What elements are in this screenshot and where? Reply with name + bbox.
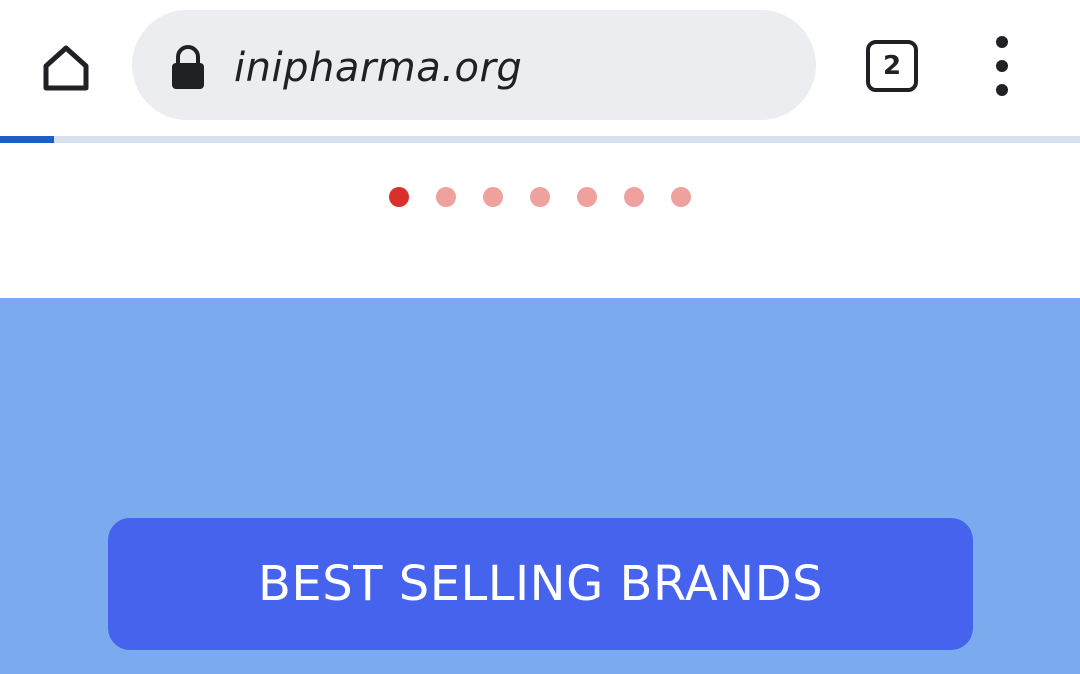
best-selling-brands-button[interactable]: BEST SELLING BRANDS xyxy=(108,518,973,650)
url-text[interactable]: inipharma.org xyxy=(234,38,522,98)
page-load-progress-fill xyxy=(0,136,54,143)
carousel-dot[interactable] xyxy=(577,187,597,207)
carousel-dot[interactable] xyxy=(624,187,644,207)
page-load-progress-bar xyxy=(0,136,1080,143)
carousel-dot[interactable] xyxy=(530,187,550,207)
tab-switcher-button[interactable]: 2 xyxy=(866,40,918,92)
carousel-dot[interactable] xyxy=(436,187,456,207)
carousel-dot[interactable] xyxy=(483,187,503,207)
tab-count: 2 xyxy=(882,51,902,81)
carousel-dot[interactable] xyxy=(671,187,691,207)
more-options-button[interactable] xyxy=(976,36,1028,96)
lock-icon[interactable] xyxy=(168,44,208,90)
home-icon xyxy=(43,45,89,91)
more-vert-icon-dot xyxy=(996,60,1008,72)
more-vert-icon xyxy=(996,36,1008,48)
carousel-dot[interactable] xyxy=(389,187,409,207)
browser-toolbar: inipharma.org 2 xyxy=(0,0,1080,136)
more-vert-icon-dot xyxy=(996,84,1008,96)
home-button[interactable] xyxy=(28,30,104,106)
carousel-pagination xyxy=(0,187,1080,209)
